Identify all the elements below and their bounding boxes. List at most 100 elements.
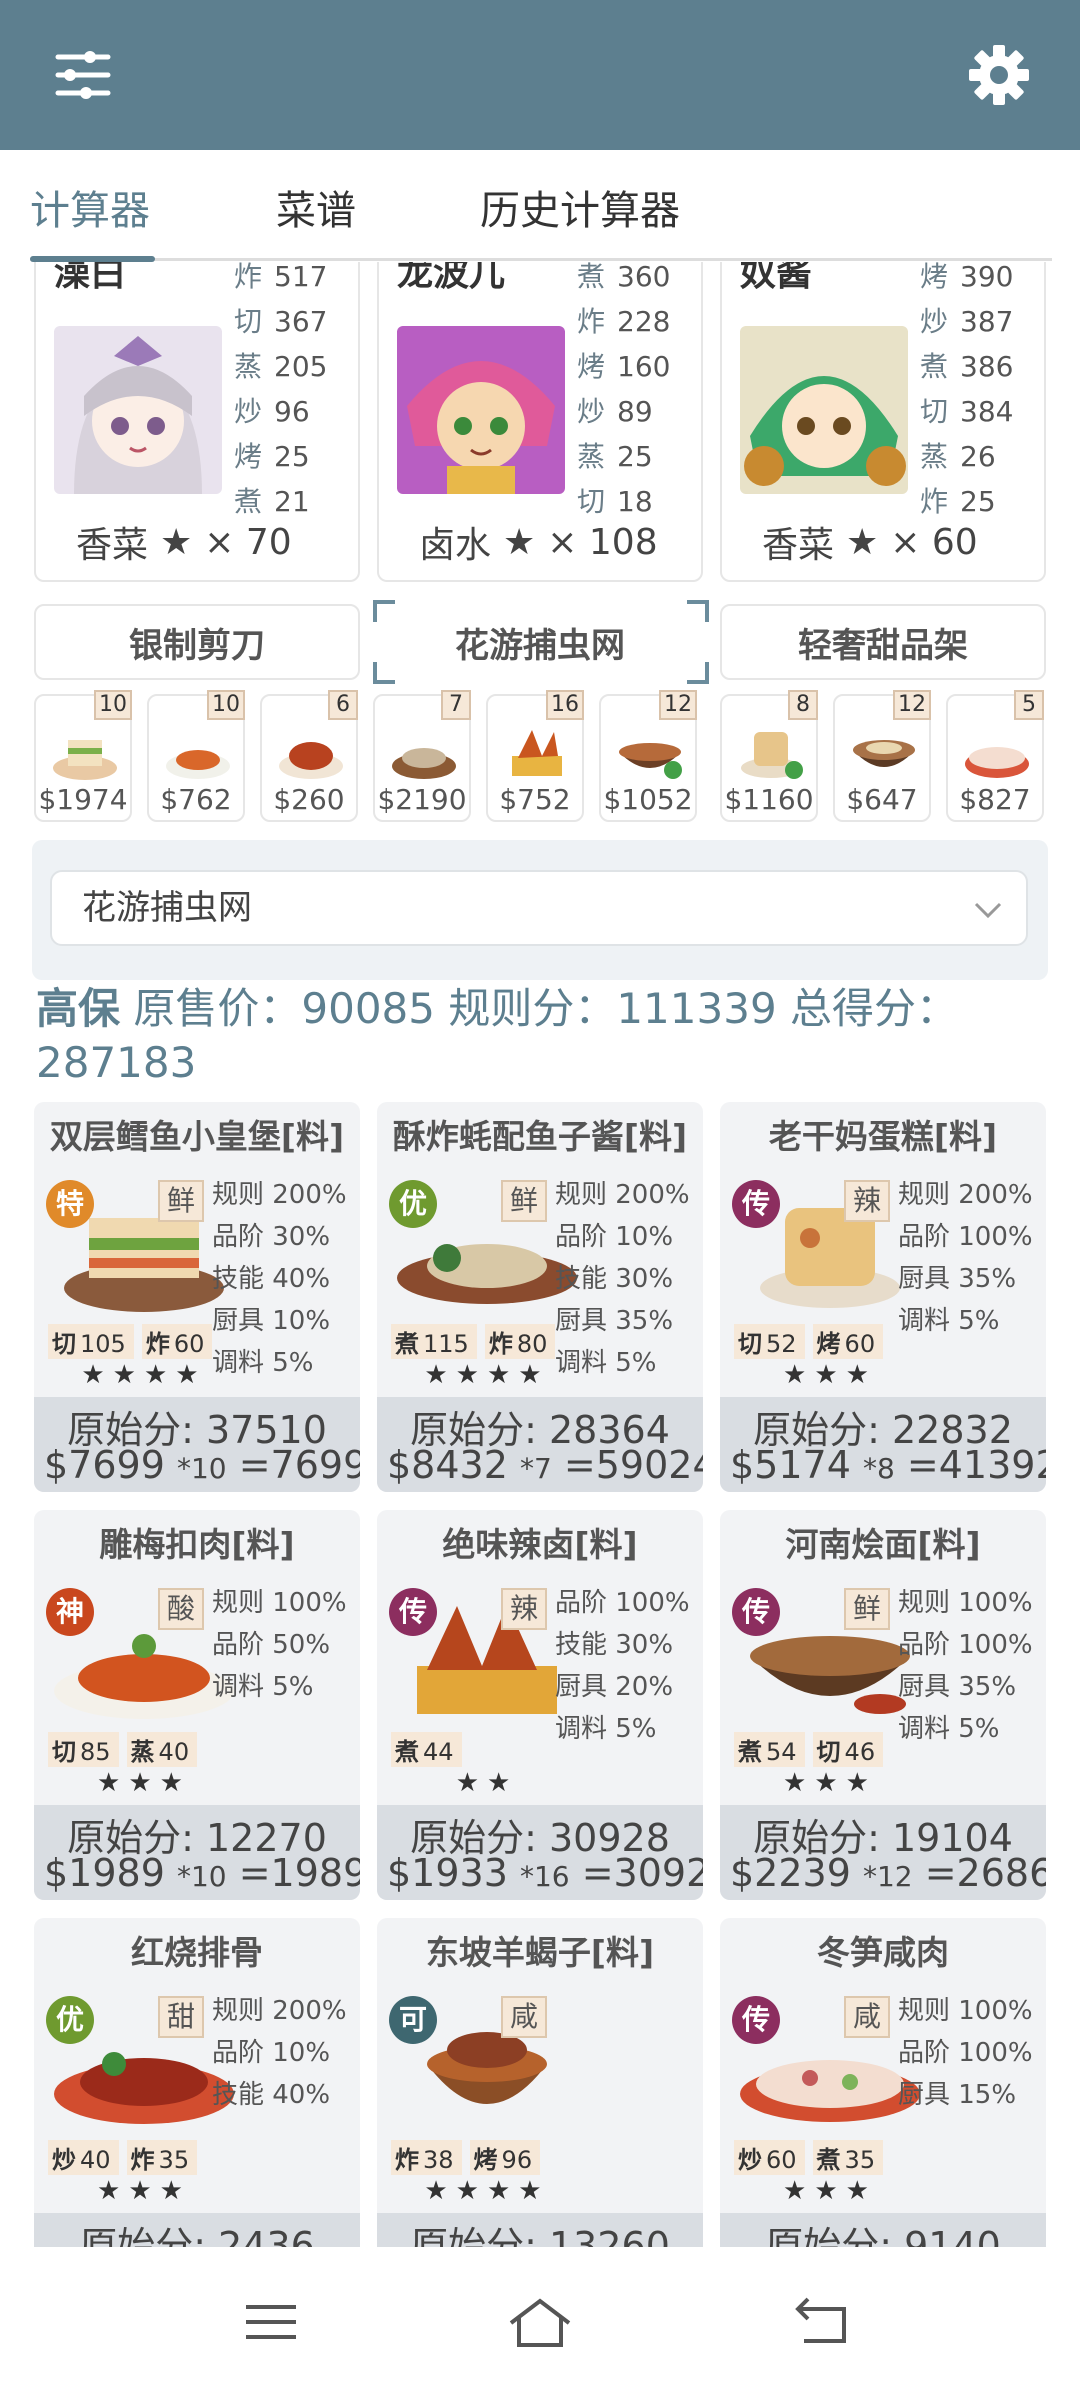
recipe-title: 绝味辣卤[料]	[442, 1525, 638, 1564]
score-footer: 原始分: 13260	[377, 2213, 703, 2247]
recipe-card[interactable]: 红烧排骨优甜规则 200% 品阶 10% 技能 40% 炒 40 炸 35 ★★★ 原始分: 2…	[34, 1918, 360, 2247]
dish-slot[interactable]: 12 $1052	[599, 690, 697, 822]
dish-slot[interactable]: 5 $827	[946, 690, 1044, 822]
dish-slot[interactable]: 10 $1974	[34, 690, 132, 822]
quantity-mult: *16	[519, 1860, 570, 1893]
dish-image	[53, 740, 117, 780]
condiment-name: 香菜	[76, 525, 149, 566]
bonus-item: 调料 5%	[555, 1714, 657, 1744]
skill-value: 160	[617, 350, 671, 383]
grade-badge: 神	[46, 1588, 94, 1636]
tab-recipes[interactable]: 菜谱	[276, 178, 356, 236]
skill-requirements: 煮 44	[391, 1732, 462, 1767]
selection-corner	[373, 600, 395, 622]
calculator-content[interactable]: 澡白 炸 517 切 367 蒸 205 炒 96 烤 25 煮 21 香菜 ★ × 70 …	[0, 262, 1080, 2247]
selection-corner	[687, 662, 709, 684]
skill-type: 煮	[395, 1330, 419, 1358]
chef-card[interactable]: 奴酱 烤 390 炒 387 煮 386 切 384 蒸 26 炸 25 香菜 ★ × 60	[720, 262, 1046, 582]
recipe-card[interactable]: 东坡羊蝎子[料] 可咸炸 38 烤 96 ★★★★ 原始分: 13260	[377, 1918, 703, 2247]
price-calc: $5174 *8 =41392	[730, 1443, 1046, 1487]
unit-price: $1989	[44, 1851, 165, 1895]
tab-history-calculator[interactable]: 历史计算器	[480, 178, 680, 236]
recipe-title: 河南烩面[料]	[785, 1525, 981, 1564]
dish-slot[interactable]: 16 $752	[486, 690, 584, 822]
skill-requirement: 炸 38	[391, 2140, 462, 2175]
tab-calculator[interactable]: 计算器	[30, 178, 150, 236]
dish-count: 10	[207, 690, 245, 720]
chef-condiment: 香菜 ★ × 70	[76, 516, 292, 568]
original-score: 原始分: 9140	[765, 2224, 1001, 2247]
dish-image	[512, 730, 562, 776]
skill-type: 煮	[395, 1738, 419, 1766]
bonus-item: 厨具 35%	[898, 1264, 1017, 1294]
filter-settings-icon[interactable]	[48, 40, 118, 110]
skill-value: 386	[960, 350, 1014, 383]
skill-type: 切	[52, 1330, 76, 1358]
rarity-stars: ★★★	[783, 2176, 877, 2206]
skill-requirements: 炒 60 煮 35	[734, 2140, 884, 2175]
recipe-card[interactable]: 绝味辣卤[料] 传 辣品阶 100% 技能 30% 厨具 20% 调料 5% 煮 44 ★★ 原始…	[377, 1510, 703, 1900]
recipe-card[interactable]: 冬笋咸肉传咸规则 100% 品阶 100% 厨具 15% 炒 60 煮 35 ★★★ 原始分: …	[720, 1918, 1046, 2247]
skill-requirements: 炸 38 烤 96	[391, 2140, 541, 2175]
recipe-card[interactable]: 双层鳕鱼小皇堡[料] 特鲜规则 200% 品阶 30% 技能 40% 厨具 10% 调料 …	[34, 1102, 360, 1492]
rarity-stars: ★★★	[783, 1360, 877, 1390]
tool-slot-bug-net[interactable]: 花游捕虫网	[377, 604, 703, 680]
back-icon[interactable]	[786, 2287, 856, 2357]
dish-slot[interactable]: 10 $762	[147, 690, 245, 822]
dish-slot[interactable]: 7 $2190	[373, 690, 471, 822]
tool-dropdown[interactable]: 花游捕虫网	[50, 870, 1028, 946]
skill-requirement: 煮 44	[391, 1732, 462, 1767]
bonus-item: 调料 5%	[898, 1714, 1000, 1744]
flavor-badge: 鲜	[501, 1180, 547, 1222]
recipe-title: 东坡羊蝎子[料]	[425, 1933, 655, 1972]
chef-avatar	[397, 326, 565, 494]
bonus-item: 技能 40%	[212, 1264, 331, 1294]
recipe-card[interactable]: 老干妈蛋糕[料] 传辣规则 200% 品阶 100% 厨具 35% 调料 5% 切 52 烤 6…	[720, 1102, 1046, 1492]
tab-divider	[30, 258, 1052, 261]
dish-slot[interactable]: 6 $260	[260, 690, 358, 822]
skill-value: 85	[76, 1738, 115, 1766]
system-nav-bar	[0, 2247, 1080, 2400]
bonus-list: 规则 200% 品阶 30% 技能 40% 厨具 10% 调料 5%	[212, 1174, 360, 1384]
skill-type: 蒸	[234, 350, 263, 383]
rarity-stars: ★★	[455, 1768, 519, 1798]
recipe-card[interactable]: 河南烩面[料] 传鲜规则 100% 品阶 100% 厨具 35% 调料 5% 煮 54 切 46…	[720, 1510, 1046, 1900]
unit-price: $1933	[387, 1851, 508, 1895]
condiment-name: 香菜	[762, 525, 835, 566]
skill-type: 炒	[52, 2146, 76, 2174]
skill-value: 205	[274, 350, 328, 383]
recipe-card[interactable]: 雕梅扣肉[料] 神酸规则 100% 品阶 50% 调料 5% 切 85 蒸 40 ★★★ 原始分:…	[34, 1510, 360, 1900]
skill-requirement: 炒 60	[734, 2140, 805, 2175]
dish-price: $1974	[38, 783, 128, 816]
bonus-item: 厨具 20%	[555, 1672, 674, 1702]
score-footer: 原始分: 22832 $5174 *8 =41392	[720, 1397, 1046, 1492]
recipe-title: 冬笋咸肉	[817, 1933, 949, 1972]
flavor-badge: 辣	[844, 1180, 890, 1222]
total-value: =76990	[238, 1443, 360, 1487]
recipe-title: 老干妈蛋糕[料]	[768, 1117, 998, 1156]
home-icon[interactable]	[505, 2287, 575, 2357]
tool-slot-dessert-rack[interactable]: 轻奢甜品架	[720, 604, 1046, 680]
skill-type: 烤	[920, 262, 949, 293]
score-footer: 原始分: 19104$2239 *12 =26868	[720, 1805, 1046, 1900]
chef-card[interactable]: 澡白 炸 517 切 367 蒸 205 炒 96 烤 25 煮 21 香菜 ★ × 70	[34, 262, 360, 582]
tool-select-panel: 花游捕虫网	[32, 840, 1048, 980]
total-value: =26868	[924, 1851, 1046, 1895]
skill-value: 517	[274, 262, 328, 293]
bonus-item: 品阶 10%	[555, 1222, 674, 1252]
tool-slot-scissors[interactable]: 银制剪刀	[34, 604, 360, 680]
app-bar	[0, 0, 1080, 150]
dish-slot[interactable]: 8 $1160	[720, 690, 818, 822]
gear-icon[interactable]	[964, 40, 1034, 110]
menu-icon[interactable]	[236, 2287, 306, 2357]
skill-value: 38	[419, 2146, 458, 2174]
dish-slot[interactable]: 12 $647	[833, 690, 931, 822]
recipe-card[interactable]: 酥炸蚝配鱼子酱[料] 优鲜规则 200% 品阶 10% 技能 30% 厨具 35% 调料 …	[377, 1102, 703, 1492]
bonus-list: 品阶 100% 技能 30% 厨具 20% 调料 5%	[555, 1582, 703, 1750]
chef-avatar	[740, 326, 908, 494]
chef-card[interactable]: 龙波儿 煮 360 炸 228 烤 160 炒 89 蒸 25 切 18 卤水 ★ × 10…	[377, 262, 703, 582]
skill-requirement: 切 52	[734, 1324, 805, 1359]
grade-badge: 优	[389, 1180, 437, 1228]
bonus-item: 技能 30%	[555, 1630, 674, 1660]
skill-value: 40	[76, 2146, 115, 2174]
